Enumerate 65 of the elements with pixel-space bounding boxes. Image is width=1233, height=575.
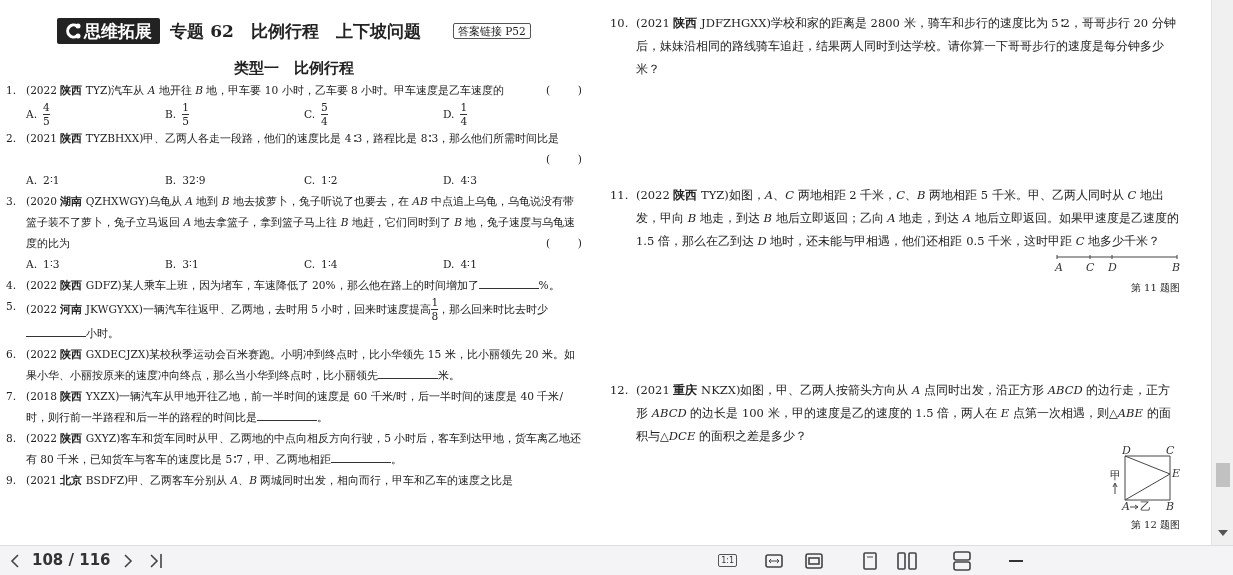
page-indicator: 108 / 116 bbox=[31, 550, 112, 572]
question-text: (2022 陕西 GDFZ)某人乘车上班，因为堵车，车速降低了 20%，那么他在路上的时间增加了 %。 bbox=[26, 275, 582, 296]
chevron-left-icon bbox=[10, 552, 20, 569]
answer-option: B. 3∶1 bbox=[165, 254, 304, 275]
point-label: A bbox=[1122, 500, 1130, 513]
answer-option: C. 1∶4 bbox=[304, 254, 443, 275]
worksheet-title: 专题 62 比例行程 上下坡问题 bbox=[170, 20, 421, 42]
last-page-icon bbox=[148, 552, 163, 569]
answer-option: A. 2∶1 bbox=[26, 170, 165, 191]
point-label: C bbox=[1166, 444, 1175, 457]
question-number: 3. bbox=[6, 194, 18, 209]
question-text: (2020 湖南 QZHXWGY)乌龟从 A 地到 B 地去拔萝卜，兔子听说了也要去，在 AB 中点追上乌龟，乌龟说没有带篮子装不了萝卜，兔子立马返回 A 地去拿篮子，拿到篮子马上往 B 地赶，它们同时到了 B 地，兔子速度与乌龟速度的比为 ( ) bbox=[26, 194, 582, 251]
figure-caption: 第 11 题图 bbox=[1130, 281, 1180, 295]
point-label: B bbox=[1166, 500, 1175, 513]
question-number: 5. bbox=[6, 299, 18, 314]
point-label: B bbox=[1172, 261, 1181, 274]
actual-size-button[interactable]: 1:1 bbox=[718, 554, 737, 567]
question-text: (2021 重庆 NKZX)如图，甲、乙两人按箭头方向从 A 点同时出发，沿正方形 ABCD 的边行走，正方形 ABCD 的边长是 100 米，甲的速度是乙的速度的 1.5 倍，两人在 E 点第一次相遇，则△ABE 的面积与△DCE 的面积之差是多少？ bbox=[636, 382, 1172, 445]
point-label: A bbox=[1055, 261, 1063, 274]
arrow-icon bbox=[1129, 504, 1139, 510]
question-text: (2021 陕西 TYZBHXX)甲、乙两人各走一段路，他们的速度比是 4∶3，路程比是 8∶3，那么他们所需时间比是 ( ) bbox=[26, 131, 582, 167]
fit-width-icon bbox=[765, 553, 783, 568]
question-text: (2022 陕西 TYZ)如图，A、C 两地相距 2 千米，C、B 两地相距 5 千米。甲、乙两人同时从 C 地出发，甲向 B 地走，到达 B 地后立即返回；乙向 A 地走，到达 A 地后立即返回。如果甲速度是乙速度的 1.5 倍，那么在乙到达 D 地时，还未能与甲相遇，他们还相距 0.5 千米，这时甲距 C 地多少千米？ bbox=[636, 187, 1180, 250]
answer-option: C. 1∶2 bbox=[304, 170, 443, 191]
stacked-pages-icon bbox=[953, 550, 971, 571]
question-number: 1. bbox=[6, 83, 18, 98]
scroll-thumb[interactable] bbox=[1216, 463, 1230, 487]
scroll-down-icon[interactable] bbox=[1218, 530, 1228, 536]
question-text: (2022 陕西 GXDECJZX)某校秋季运动会百米赛跑。小明冲到终点时，比小华领先 15 米，比小丽领先 20 米。如果小华、小丽按原来的速度冲向终点，那么当小华到终点时，比小丽领先 米。 bbox=[26, 347, 576, 383]
question-number: 11. bbox=[610, 187, 630, 204]
question-number: 10. bbox=[610, 15, 630, 32]
point-label: D bbox=[1108, 261, 1117, 274]
question-text: (2021 陕西 JDFZHGXX)学校和家的距离是 2800 米，骑车和步行的速度比为 5∶2，哥哥步行 20 分钟后，妹妹沿相同的路线骑车追赶，结果两人同时到达学校。请你算一下哥哥步行的速度是每分钟多少米？ bbox=[636, 15, 1177, 78]
question-number: 6. bbox=[6, 347, 18, 362]
figure-caption: 第 12 题图 bbox=[1130, 518, 1180, 532]
question-text: (2022 陕西 TYZ)汽车从 A 地开往 B 地，甲车要 10 小时，乙车要 8 小时。甲车速度是乙车速度的 ( ) bbox=[26, 83, 582, 98]
point-label: C bbox=[1086, 261, 1095, 274]
question-text: (2022 陕西 GXYZ)客车和货车同时从甲、乙两地的中点向相反方向行驶，5 小时后，客车到达甲地，货车离乙地还有 80 千米，已知货车与客车的速度比是 5∶7，甲、乙两地相距 。 bbox=[26, 431, 582, 467]
answer-option: A. 1∶3 bbox=[26, 254, 165, 275]
single-page-icon bbox=[863, 551, 877, 570]
question-number: 9. bbox=[6, 473, 18, 488]
answer-option: D. 4∶3 bbox=[443, 170, 582, 191]
question-number: 2. bbox=[6, 131, 18, 146]
question-number: 4. bbox=[6, 278, 18, 293]
fit-page-icon bbox=[805, 552, 823, 569]
point-label: 甲 bbox=[1110, 469, 1121, 482]
section-badge: 思维拓展 bbox=[57, 18, 161, 44]
point-label: 乙 bbox=[1140, 500, 1151, 513]
two-page-icon bbox=[897, 551, 917, 570]
section-heading: 类型一 比例行程 bbox=[233, 58, 355, 79]
arrow-icon bbox=[1112, 482, 1118, 495]
point-label: E bbox=[1172, 467, 1181, 480]
minus-icon bbox=[1009, 558, 1023, 563]
question-text: (2018 陕西 YXZX)一辆汽车从甲地开往乙地，前一半时间的速度是 60 千米/时，后一半时间的速度是 40 千米/时，则行前一半路程和后一半的路程的时间比是 。 bbox=[26, 389, 564, 425]
question-number: 7. bbox=[6, 389, 18, 404]
question-text: (2021 北京 BSDFZ)甲、乙两客车分别从 A、B 两城同时出发，相向而行，甲车和乙车的速度之比是 bbox=[26, 473, 515, 488]
question-number: 12. bbox=[610, 382, 630, 399]
scrollbar[interactable] bbox=[1211, 0, 1233, 545]
answer-option: B. 32∶9 bbox=[165, 170, 304, 191]
question-number: 8. bbox=[6, 431, 18, 446]
point-label: D bbox=[1122, 444, 1131, 457]
square-diagram bbox=[1124, 455, 1171, 501]
answer-option: D. 4∶1 bbox=[443, 254, 582, 275]
chevron-right-icon bbox=[122, 552, 133, 569]
answer-link-tag: 答案链接 P52 bbox=[452, 23, 531, 39]
